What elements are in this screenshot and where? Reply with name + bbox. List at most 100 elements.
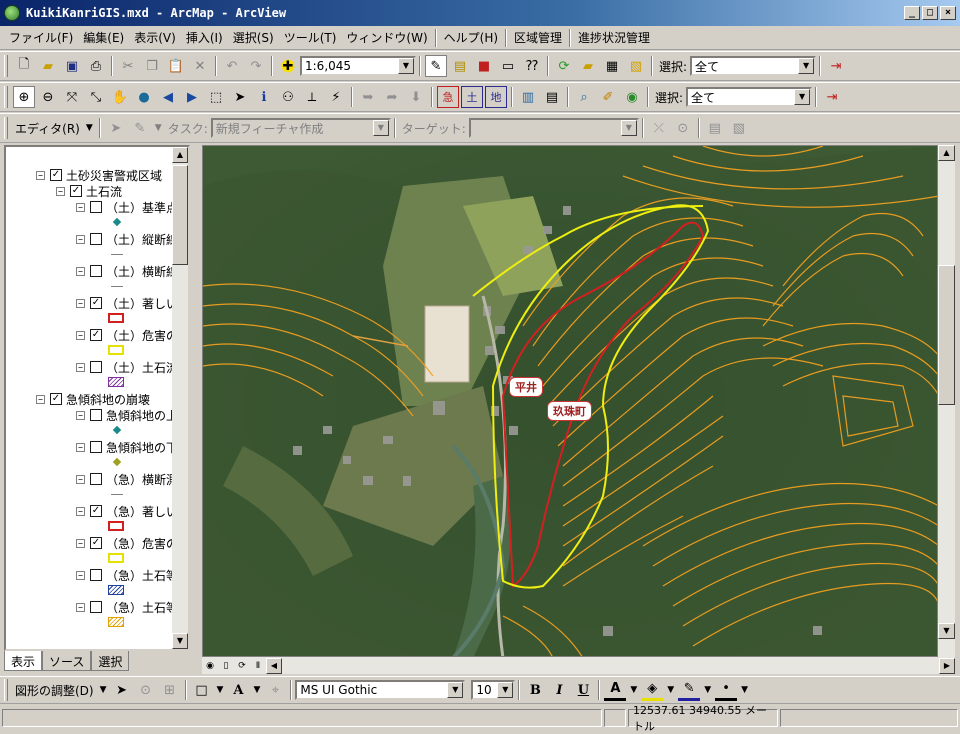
chevron-down-icon[interactable]: ▼ xyxy=(497,682,514,698)
layout-icon[interactable]: ▦ xyxy=(601,55,623,77)
data-view-icon[interactable]: ◉ xyxy=(203,659,217,673)
measure-icon[interactable]: ⟂ xyxy=(301,86,323,108)
toolbar-grip[interactable] xyxy=(4,117,8,139)
close-button[interactable]: × xyxy=(940,6,956,20)
scroll-left-icon[interactable]: ◀ xyxy=(266,657,282,674)
collapse-icon[interactable]: − xyxy=(36,170,45,180)
landslide-icon[interactable]: 地 xyxy=(485,86,507,108)
menu-progress-management[interactable]: 進捗状況管理 xyxy=(573,29,655,46)
layer-checkbox[interactable]: ✓ xyxy=(90,537,102,549)
arctoolbox-icon[interactable]: ■ xyxy=(473,55,495,77)
table-icon[interactable]: ▤ xyxy=(541,86,563,108)
undo-icon[interactable]: ↶ xyxy=(221,55,243,77)
font-name-select[interactable]: MS UI Gothic ▼ xyxy=(295,680,466,700)
tool-b-icon[interactable]: ➦ xyxy=(381,86,403,108)
chevron-down-icon[interactable]: ▼ xyxy=(741,685,748,695)
tab-selection[interactable]: 選択 xyxy=(91,651,130,671)
layer-group-row[interactable]: − ✓ 土石流 xyxy=(56,183,122,199)
redo-icon[interactable]: ↷ xyxy=(245,55,267,77)
chevron-down-icon[interactable]: ▼ xyxy=(100,685,107,695)
chevron-down-icon[interactable]: ▼ xyxy=(155,123,162,133)
chevron-down-icon[interactable]: ▼ xyxy=(86,123,93,133)
layer-checkbox[interactable] xyxy=(90,601,102,613)
layer-checkbox[interactable]: ✓ xyxy=(70,185,82,197)
chevron-down-icon[interactable]: ▼ xyxy=(798,58,815,74)
collapse-icon[interactable]: − xyxy=(76,506,85,516)
refresh-icon[interactable]: ⟳ xyxy=(553,55,575,77)
tab-display[interactable]: 表示 xyxy=(4,651,43,671)
chevron-down-icon[interactable]: ▼ xyxy=(398,58,414,74)
arccatalog-icon[interactable]: ▤ xyxy=(449,55,471,77)
collapse-icon[interactable]: − xyxy=(76,362,85,372)
zoom-out-icon[interactable]: ⊖ xyxy=(37,86,59,108)
steep-slope-icon[interactable]: 急 xyxy=(437,86,459,108)
collapse-icon[interactable]: − xyxy=(76,538,85,548)
chevron-down-icon[interactable]: ▼ xyxy=(447,682,464,698)
sketch-tool-icon[interactable]: ✎ xyxy=(129,117,151,139)
toc-scrollbar[interactable]: ▲ ▼ xyxy=(172,147,188,649)
paste-icon[interactable]: 📋 xyxy=(165,55,187,77)
collapse-icon[interactable]: − xyxy=(76,266,85,276)
select-elements-icon[interactable]: ➤ xyxy=(111,679,133,701)
note-icon[interactable]: ▧ xyxy=(625,55,647,77)
layer-checkbox[interactable] xyxy=(90,409,102,421)
layer-checkbox[interactable] xyxy=(90,441,102,453)
select-features-icon[interactable]: ⬚ xyxy=(205,86,227,108)
chevron-down-icon[interactable]: ▼ xyxy=(253,685,260,695)
layer-checkbox[interactable] xyxy=(90,361,102,373)
layer-checkbox[interactable]: ✓ xyxy=(90,329,102,341)
add-data-icon[interactable]: ✚ xyxy=(277,55,299,77)
layer-icon[interactable]: ▥ xyxy=(517,86,539,108)
command-line-icon[interactable]: ▭ xyxy=(497,55,519,77)
scroll-thumb[interactable] xyxy=(938,265,955,405)
rotate-icon[interactable]: ⊙ xyxy=(135,679,157,701)
marker-color-icon[interactable]: • xyxy=(715,679,738,701)
chevron-down-icon[interactable]: ▼ xyxy=(217,685,224,695)
edit-vertices-icon[interactable]: ⌖ xyxy=(264,679,286,701)
open-folder-icon[interactable]: ▰ xyxy=(37,55,59,77)
rotate-tool-icon[interactable]: ⊙ xyxy=(672,117,694,139)
debris-flow-icon[interactable]: 土 xyxy=(461,86,483,108)
map-scale-select[interactable]: 1:6,045 ▼ xyxy=(300,56,416,76)
scroll-right-icon[interactable]: ▶ xyxy=(939,657,955,674)
folder-icon[interactable]: ▰ xyxy=(577,55,599,77)
scroll-thumb[interactable] xyxy=(172,165,188,265)
map-view[interactable]: 平井 玖珠町 xyxy=(202,145,938,657)
font-size-select[interactable]: 10 ▼ xyxy=(471,680,516,700)
pan-hand-icon[interactable]: ✋ xyxy=(109,86,131,108)
layer-checkbox[interactable]: ✓ xyxy=(90,297,102,309)
chevron-down-icon[interactable]: ▼ xyxy=(630,685,637,695)
tool-c-icon[interactable]: ⬇ xyxy=(405,86,427,108)
font-color-icon[interactable]: A xyxy=(604,679,627,701)
menu-file[interactable]: ファイル(F) xyxy=(4,29,78,46)
chevron-down-icon[interactable]: ▼ xyxy=(620,120,637,136)
layer-checkbox[interactable] xyxy=(90,201,102,213)
task-select[interactable]: 新規フィーチャ作成 ▼ xyxy=(210,118,391,138)
layer-row[interactable]: − （土）縦断線 xyxy=(76,231,178,247)
menu-selection[interactable]: 選択(S) xyxy=(228,29,279,46)
layout-view-icon[interactable]: ▯ xyxy=(219,659,233,673)
collapse-icon[interactable]: − xyxy=(76,202,85,212)
collapse-icon[interactable]: − xyxy=(76,234,85,244)
toolbar-grip[interactable] xyxy=(4,86,8,108)
toolbar-grip[interactable] xyxy=(4,679,8,701)
menu-area-management[interactable]: 区域管理 xyxy=(509,29,567,46)
menu-help[interactable]: ヘルプ(H) xyxy=(439,29,503,46)
target-select[interactable]: ▼ xyxy=(468,118,639,138)
layer-group-row[interactable]: − ✓ 土砂災害警戒区域 xyxy=(36,167,162,183)
layer-row[interactable]: − 急傾斜地の下 xyxy=(76,439,178,455)
zoom-whole-page-icon[interactable]: ⊞ xyxy=(159,679,181,701)
pause-drawing-icon[interactable]: Ⅱ xyxy=(251,659,265,673)
underline-button[interactable]: U xyxy=(572,679,594,701)
chevron-down-icon[interactable]: ▼ xyxy=(704,685,711,695)
identify-icon[interactable]: ℹ xyxy=(253,86,275,108)
layer-checkbox[interactable] xyxy=(90,233,102,245)
menu-view[interactable]: 表示(V) xyxy=(129,29,181,46)
edit-icon[interactable]: ✐ xyxy=(597,86,619,108)
layer-checkbox[interactable] xyxy=(90,569,102,581)
layer-row[interactable]: − （土）基準点 xyxy=(76,199,178,215)
globe-icon[interactable]: ◉ xyxy=(621,86,643,108)
collapse-icon[interactable]: − xyxy=(56,186,65,196)
copy-icon[interactable]: ❐ xyxy=(141,55,163,77)
select-elements-icon[interactable]: ➤ xyxy=(229,86,251,108)
